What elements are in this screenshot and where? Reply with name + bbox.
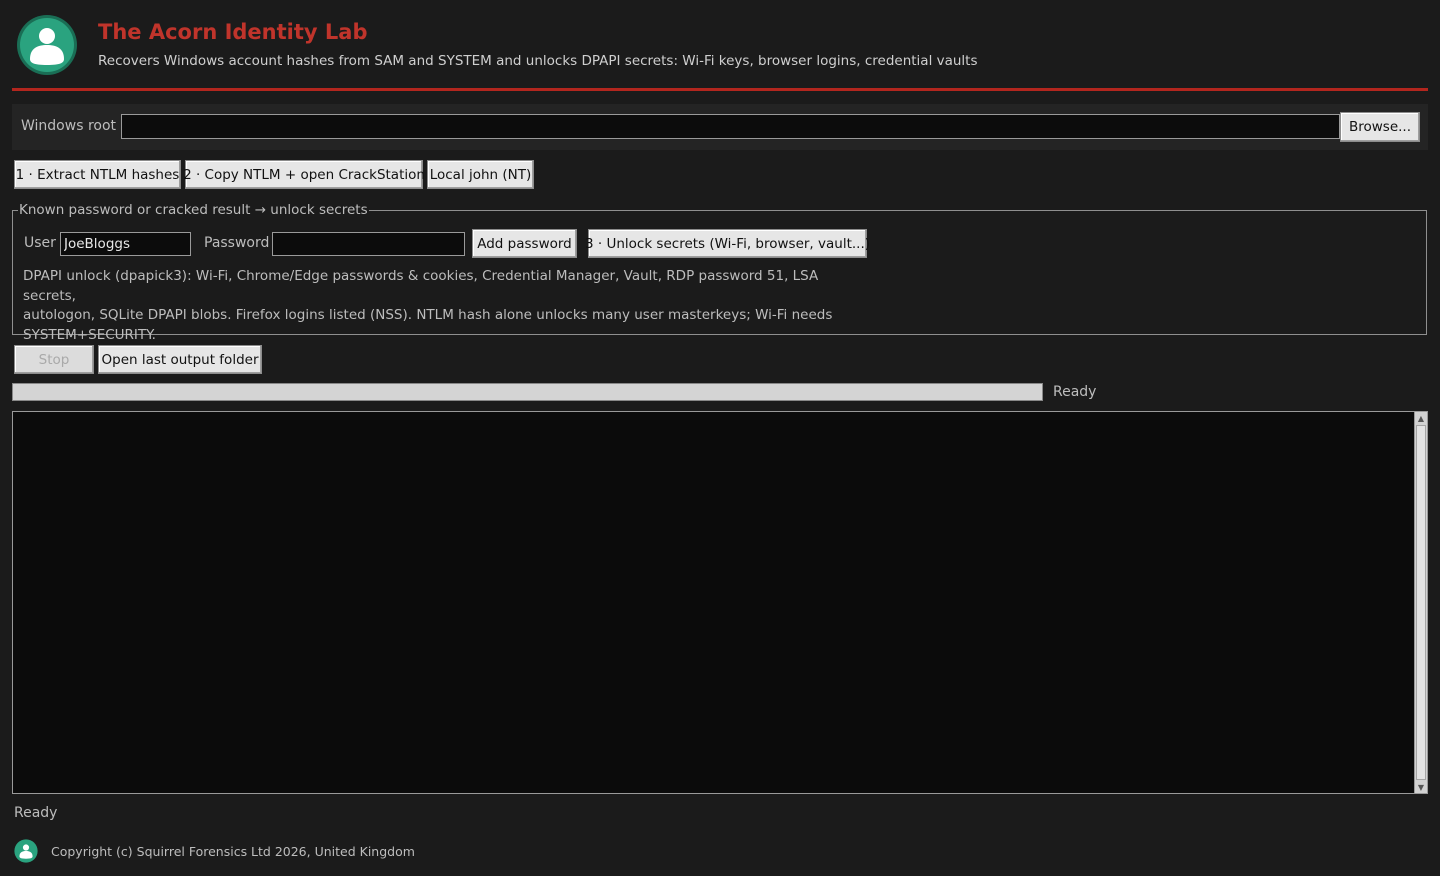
copyright-text: Copyright (c) Squirrel Forensics Ltd 202… [51,844,415,859]
user-avatar-icon [17,15,77,75]
user-avatar-icon [14,839,38,863]
windows-root-label: Windows root [21,118,117,134]
windows-root-row: Windows root Browse... [12,104,1428,150]
stop-button[interactable]: Stop [14,345,94,374]
dpapi-info-text: DPAPI unlock (dpapick3): Wi-Fi, Chrome/E… [23,267,863,345]
password-label: Password [204,235,270,251]
extract-ntlm-button[interactable]: 1 · Extract NTLM hashes [14,160,181,189]
log-output[interactable]: ▲ ▼ [12,411,1428,794]
group-legend: Known password or cracked result → unloc… [18,202,369,218]
local-john-button[interactable]: Local john (NT) [427,160,534,189]
windows-root-input[interactable] [121,114,1340,139]
status-bar-text: Ready [14,805,58,821]
unlock-secrets-button[interactable]: 3 · Unlock secrets (Wi-Fi, browser, vaul… [585,229,870,258]
browse-button[interactable]: Browse... [1340,112,1420,142]
password-input[interactable] [272,232,465,256]
progress-bar [12,383,1043,401]
header: The Acorn Identity Lab Recovers Windows … [12,0,1428,91]
log-scrollbar[interactable]: ▲ ▼ [1414,412,1427,793]
user-input[interactable] [60,232,191,256]
app-title: The Acorn Identity Lab [98,20,368,44]
progress-status: Ready [1053,384,1097,400]
info-line: SYSTEM+SECURITY. [23,326,156,343]
user-label: User [24,235,56,251]
scroll-up-icon[interactable]: ▲ [1415,412,1427,424]
app-subtitle: Recovers Windows account hashes from SAM… [98,53,978,69]
open-output-folder-button[interactable]: Open last output folder [98,345,262,374]
app-window: The Acorn Identity Lab Recovers Windows … [0,0,1440,876]
scroll-down-icon[interactable]: ▼ [1415,781,1427,793]
copy-ntlm-crackstation-button[interactable]: 2 · Copy NTLM + open CrackStation [183,160,425,189]
scroll-thumb[interactable] [1416,425,1426,780]
log-content [13,412,1427,420]
info-line: autologon, SQLite DPAPI blobs. Firefox l… [23,307,833,323]
add-password-button[interactable]: Add password [472,229,577,258]
unlock-secrets-group: Known password or cracked result → unloc… [12,202,1427,343]
info-line: DPAPI unlock (dpapick3): Wi-Fi, Chrome/E… [23,268,819,304]
